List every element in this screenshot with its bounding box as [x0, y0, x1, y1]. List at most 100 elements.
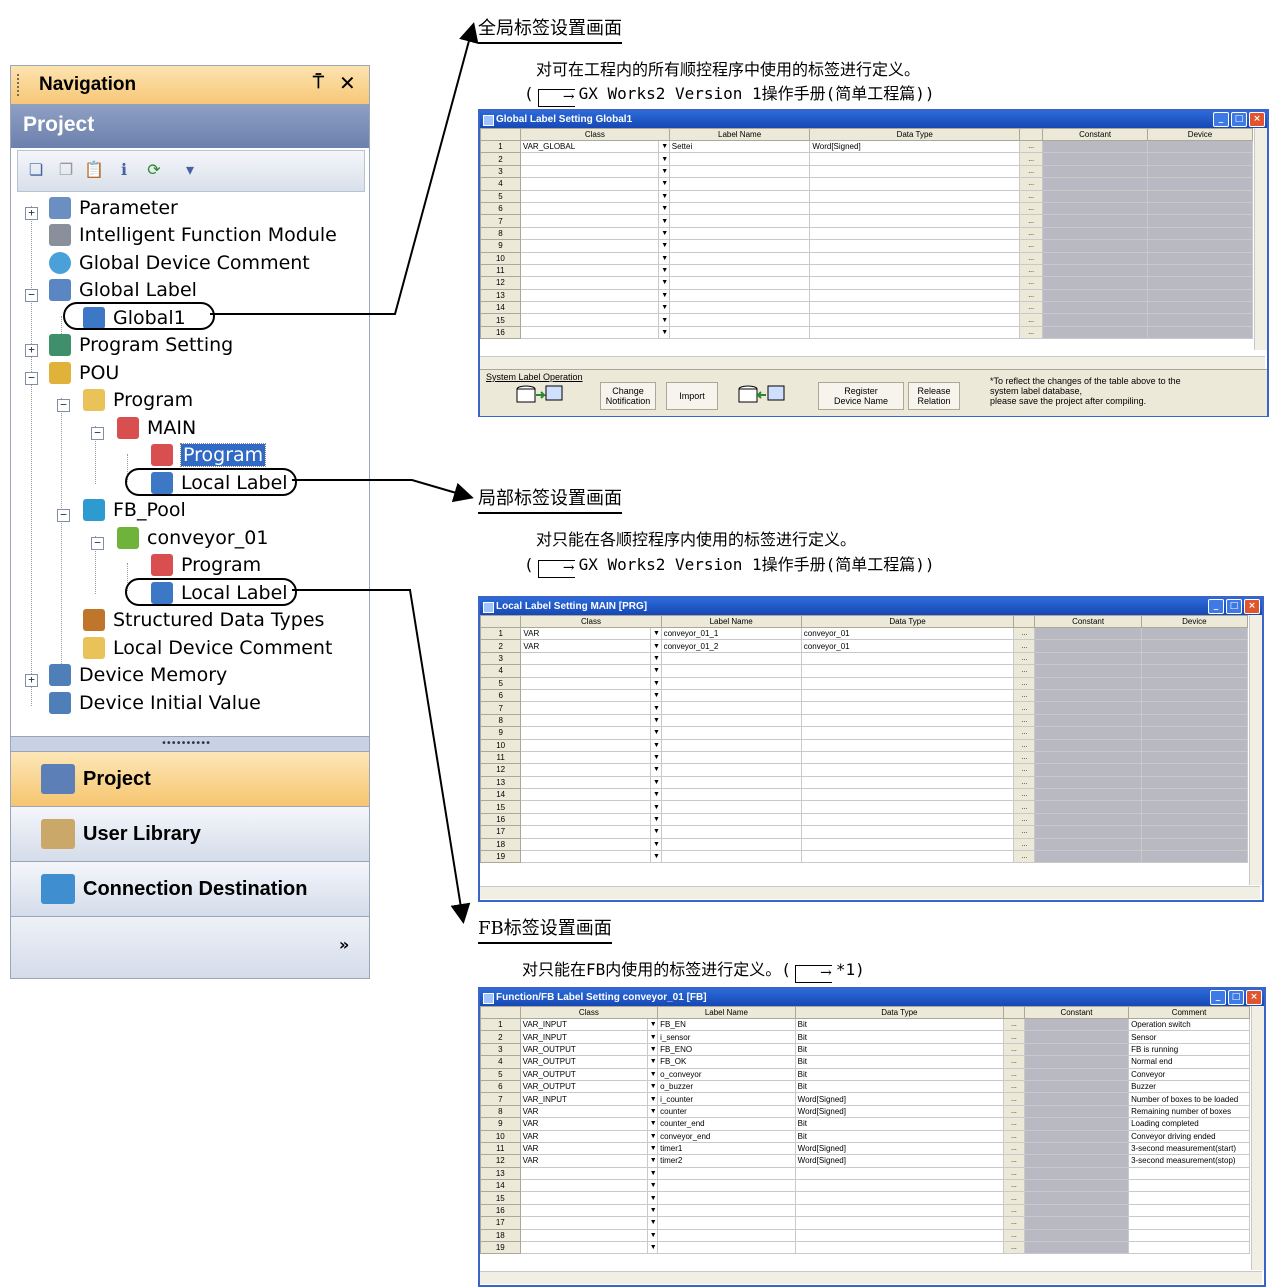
- browse-button[interactable]: ...: [1013, 651, 1036, 666]
- data-type-cell[interactable]: [809, 325, 1021, 340]
- browse-button[interactable]: ...: [1013, 812, 1036, 827]
- dropdown-icon[interactable]: ▼: [650, 788, 662, 802]
- dropdown-icon[interactable]: ▼: [647, 1166, 659, 1181]
- dropdown-icon[interactable]: ▼: [650, 837, 662, 852]
- browse-button[interactable]: ...: [1013, 750, 1036, 765]
- label-name-cell[interactable]: [660, 713, 802, 728]
- class-cell[interactable]: VAR: [519, 1117, 648, 1131]
- data-type-cell[interactable]: Bit: [794, 1129, 1005, 1143]
- dropdown-icon[interactable]: ▼: [647, 1104, 659, 1119]
- data-type-cell[interactable]: [800, 688, 1015, 703]
- browse-button[interactable]: ...: [1013, 825, 1036, 839]
- browse-button[interactable]: ...: [1013, 626, 1036, 641]
- browse-button[interactable]: ...: [1003, 1055, 1025, 1069]
- label-name-cell[interactable]: Settei: [668, 139, 811, 154]
- class-cell[interactable]: VAR: [519, 1129, 648, 1143]
- dropdown-icon[interactable]: ▼: [647, 1241, 659, 1255]
- column-header[interactable]: [1003, 1006, 1025, 1019]
- label-name-cell[interactable]: [660, 651, 802, 666]
- dropdown-icon[interactable]: ▼: [647, 1216, 659, 1230]
- label-name-cell[interactable]: [660, 850, 802, 864]
- label-name-cell[interactable]: [657, 1191, 796, 1205]
- data-type-cell[interactable]: Bit: [794, 1042, 1005, 1057]
- class-cell[interactable]: [519, 189, 660, 203]
- class-cell[interactable]: [519, 313, 660, 327]
- comment-cell[interactable]: Operation switch: [1128, 1017, 1250, 1032]
- label-name-cell[interactable]: [660, 750, 802, 765]
- register-device-name-button[interactable]: Register Device Name: [818, 382, 904, 410]
- label-name-cell[interactable]: [660, 800, 802, 814]
- browse-button[interactable]: ...: [1003, 1067, 1025, 1081]
- data-type-cell[interactable]: Word[Signed]: [794, 1141, 1005, 1156]
- class-cell[interactable]: [520, 763, 651, 777]
- browse-button[interactable]: ...: [1003, 1117, 1025, 1131]
- dropdown-icon[interactable]: ▼: [647, 1154, 659, 1168]
- column-header[interactable]: Label Name: [668, 128, 811, 141]
- browse-button[interactable]: ...: [1003, 1166, 1025, 1181]
- class-cell[interactable]: VAR: [520, 626, 651, 641]
- dropdown-icon[interactable]: ▼: [647, 1191, 659, 1205]
- class-cell[interactable]: [520, 726, 651, 740]
- dropdown-icon[interactable]: ▼: [650, 726, 662, 740]
- dropdown-icon[interactable]: ▼: [658, 177, 670, 191]
- import-button[interactable]: Import: [666, 382, 718, 410]
- vertical-scrollbar[interactable]: [1254, 128, 1267, 350]
- data-type-cell[interactable]: [794, 1191, 1005, 1205]
- column-header[interactable]: [1013, 615, 1036, 628]
- browse-button[interactable]: ...: [1019, 164, 1044, 179]
- browse-button[interactable]: ...: [1019, 251, 1044, 265]
- dropdown-icon[interactable]: ▼: [658, 201, 670, 216]
- label-name-cell[interactable]: o_conveyor: [657, 1067, 796, 1081]
- browse-button[interactable]: ...: [1013, 837, 1036, 852]
- class-cell[interactable]: VAR: [520, 639, 651, 653]
- dropdown-icon[interactable]: ▼: [647, 1092, 659, 1106]
- class-cell[interactable]: [519, 152, 660, 166]
- label-name-cell[interactable]: [660, 701, 802, 715]
- dropdown-icon[interactable]: ▼: [650, 664, 662, 678]
- dropdown-icon[interactable]: ▼: [650, 701, 662, 715]
- data-type-cell[interactable]: [800, 713, 1015, 728]
- comment-cell[interactable]: Number of boxes to be loaded: [1128, 1092, 1250, 1106]
- comment-cell[interactable]: Buzzer: [1128, 1079, 1250, 1094]
- label-name-cell[interactable]: [668, 288, 811, 303]
- class-cell[interactable]: VAR_OUTPUT: [519, 1079, 648, 1094]
- data-type-cell[interactable]: [800, 738, 1015, 752]
- column-header[interactable]: Constant: [1023, 1006, 1130, 1019]
- dropdown-icon[interactable]: ▼: [650, 688, 662, 703]
- label-name-cell[interactable]: [668, 313, 811, 327]
- data-type-cell[interactable]: [800, 825, 1015, 839]
- class-cell[interactable]: VAR: [519, 1141, 648, 1156]
- minimize-icon[interactable]: _: [1213, 112, 1229, 127]
- label-name-cell[interactable]: [657, 1179, 796, 1193]
- comment-cell[interactable]: FB is running: [1128, 1042, 1250, 1057]
- column-header[interactable]: [1019, 128, 1044, 141]
- label-name-cell[interactable]: conveyor_end: [657, 1129, 796, 1143]
- dropdown-icon[interactable]: ▼: [658, 152, 670, 166]
- close-icon[interactable]: ×: [1244, 599, 1260, 614]
- class-cell[interactable]: [519, 1179, 648, 1193]
- dropdown-icon[interactable]: ▼: [658, 239, 670, 253]
- browse-button[interactable]: ...: [1003, 1092, 1025, 1106]
- browse-button[interactable]: ...: [1019, 189, 1044, 203]
- label-name-cell[interactable]: [668, 152, 811, 166]
- data-type-cell[interactable]: [800, 837, 1015, 852]
- data-type-cell[interactable]: [800, 763, 1015, 777]
- browse-button[interactable]: ...: [1013, 788, 1036, 802]
- dropdown-icon[interactable]: ▼: [647, 1117, 659, 1131]
- dropdown-icon[interactable]: ▼: [647, 1203, 659, 1218]
- data-type-cell[interactable]: [794, 1216, 1005, 1230]
- browse-button[interactable]: ...: [1013, 738, 1036, 752]
- label-name-cell[interactable]: [668, 301, 811, 315]
- dropdown-icon[interactable]: ▼: [647, 1228, 659, 1243]
- column-header[interactable]: Data Type: [794, 1006, 1005, 1019]
- dropdown-icon[interactable]: ▼: [647, 1030, 659, 1044]
- label-name-cell[interactable]: [668, 177, 811, 191]
- label-name-cell[interactable]: [660, 825, 802, 839]
- comment-cell[interactable]: [1128, 1241, 1250, 1255]
- class-cell[interactable]: VAR_OUTPUT: [519, 1042, 648, 1057]
- label-name-cell[interactable]: conveyor_01_2: [660, 639, 802, 653]
- label-name-cell[interactable]: [657, 1203, 796, 1218]
- label-name-cell[interactable]: timer2: [657, 1154, 796, 1168]
- dropdown-icon[interactable]: ▼: [658, 214, 670, 228]
- comment-cell[interactable]: Remaining number of boxes: [1128, 1104, 1250, 1119]
